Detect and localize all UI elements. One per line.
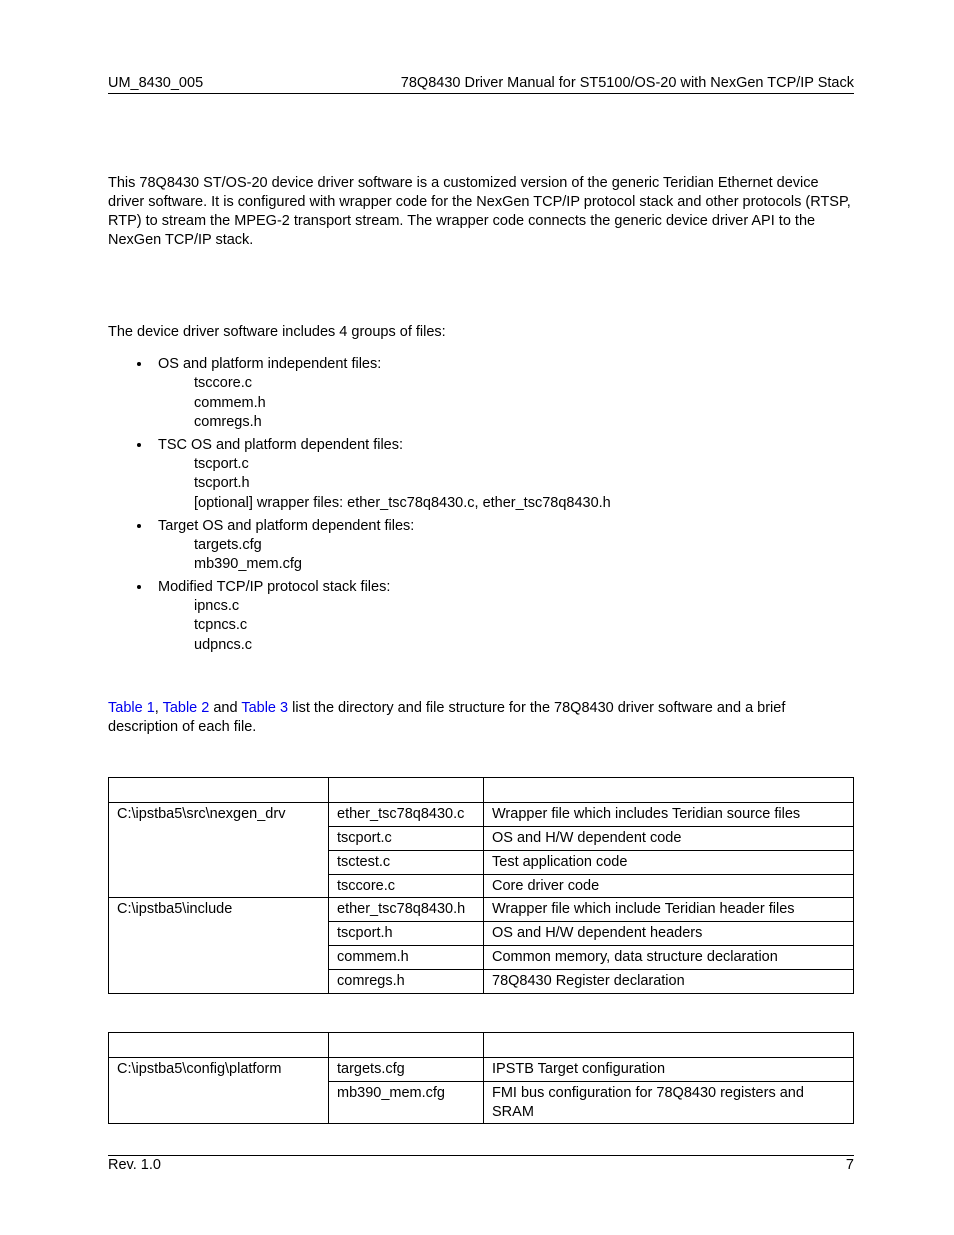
text: , [155, 700, 163, 716]
list-item: Modified TCP/IP protocol stack files: ip… [152, 579, 854, 656]
list-item: TSC OS and platform dependent files: tsc… [152, 437, 854, 514]
group-files: targets.cfg mb390_mem.cfg [158, 536, 854, 575]
file-name: mb390_mem.cfg [194, 555, 854, 575]
cell-filename: tsctest.c [329, 850, 484, 874]
table-row: C:\ipstba5\config\platform targets.cfg I… [109, 1057, 854, 1081]
file-name: targets.cfg [194, 536, 854, 556]
cell-description: Wrapper file which includes Teridian sou… [484, 803, 854, 827]
group-title: Target OS and platform dependent files: [158, 518, 414, 534]
cell-filename: comregs.h [329, 970, 484, 994]
footer-page-number: 7 [846, 1157, 854, 1173]
cell-description: FMI bus configuration for 78Q8430 regist… [484, 1081, 854, 1124]
table-2: C:\ipstba5\config\platform targets.cfg I… [108, 1032, 854, 1125]
file-groups-list: OS and platform independent files: tscco… [108, 356, 854, 655]
group-files: tsccore.c commem.h comregs.h [158, 374, 854, 433]
file-name: ipncs.c [194, 597, 854, 617]
group-files: tscport.c tscport.h [optional] wrapper f… [158, 455, 854, 514]
table3-link[interactable]: Table 3 [241, 700, 288, 716]
cell-description: OS and H/W dependent headers [484, 922, 854, 946]
cell-directory: C:\ipstba5\src\nexgen_drv [109, 803, 329, 898]
header-doc-id: UM_8430_005 [108, 75, 203, 91]
table1-link[interactable]: Table 1 [108, 700, 155, 716]
group-files: ipncs.c tcpncs.c udpncs.c [158, 597, 854, 656]
file-name: tscport.c [194, 455, 854, 475]
cell-filename: commem.h [329, 946, 484, 970]
table-1: C:\ipstba5\src\nexgen_drv ether_tsc78q84… [108, 777, 854, 994]
page-footer: Rev. 1.0 7 [108, 1155, 854, 1173]
header-doc-title: 78Q8430 Driver Manual for ST5100/OS-20 w… [401, 75, 854, 91]
list-item: Target OS and platform dependent files: … [152, 518, 854, 575]
table-header-row [109, 778, 854, 803]
cell-description: Wrapper file which include Teridian head… [484, 898, 854, 922]
cell-description: 78Q8430 Register declaration [484, 970, 854, 994]
file-name: udpncs.c [194, 636, 854, 656]
cell-description: OS and H/W dependent code [484, 826, 854, 850]
cell-filename: ether_tsc78q8430.h [329, 898, 484, 922]
cell-filename: tsccore.c [329, 874, 484, 898]
cell-description: IPSTB Target configuration [484, 1057, 854, 1081]
file-name: tscport.h [194, 474, 854, 494]
cell-description: Common memory, data structure declaratio… [484, 946, 854, 970]
cell-filename: targets.cfg [329, 1057, 484, 1081]
list-item: OS and platform independent files: tscco… [152, 356, 854, 433]
page-header: UM_8430_005 78Q8430 Driver Manual for ST… [108, 75, 854, 94]
table2-link[interactable]: Table 2 [163, 700, 210, 716]
cell-filename: tscport.c [329, 826, 484, 850]
cell-description: Core driver code [484, 874, 854, 898]
cell-filename: ether_tsc78q8430.c [329, 803, 484, 827]
cell-filename: tscport.h [329, 922, 484, 946]
group-title: Modified TCP/IP protocol stack files: [158, 579, 390, 595]
table-row: C:\ipstba5\src\nexgen_drv ether_tsc78q84… [109, 803, 854, 827]
group-title: TSC OS and platform dependent files: [158, 437, 403, 453]
file-groups-intro: The device driver software includes 4 gr… [108, 323, 854, 342]
file-name: commem.h [194, 394, 854, 414]
document-page: UM_8430_005 78Q8430 Driver Manual for ST… [0, 0, 954, 1235]
cell-directory: C:\ipstba5\include [109, 898, 329, 993]
footer-revision: Rev. 1.0 [108, 1157, 161, 1173]
cell-description: Test application code [484, 850, 854, 874]
intro-paragraph: This 78Q8430 ST/OS-20 device driver soft… [108, 174, 854, 249]
table-header-row [109, 1032, 854, 1057]
text: and [209, 700, 241, 716]
cell-directory: C:\ipstba5\config\platform [109, 1057, 329, 1124]
cell-filename: mb390_mem.cfg [329, 1081, 484, 1124]
file-name: comregs.h [194, 413, 854, 433]
file-name: tsccore.c [194, 374, 854, 394]
file-name: tcpncs.c [194, 616, 854, 636]
group-title: OS and platform independent files: [158, 356, 381, 372]
table-row: C:\ipstba5\include ether_tsc78q8430.h Wr… [109, 898, 854, 922]
tables-intro-paragraph: Table 1, Table 2 and Table 3 list the di… [108, 699, 854, 737]
file-name: [optional] wrapper files: ether_tsc78q84… [194, 494, 854, 514]
